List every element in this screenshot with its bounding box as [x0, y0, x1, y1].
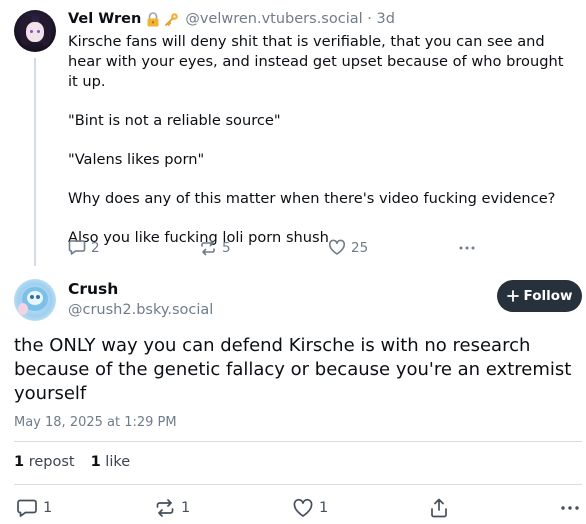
heart-icon	[328, 239, 346, 255]
divider	[14, 484, 582, 485]
reply-icon	[68, 240, 86, 255]
key-emoji-icon	[165, 12, 179, 26]
repost-count: 5	[222, 239, 231, 256]
author-handle[interactable]: @crush2.bsky.social	[68, 302, 213, 318]
author-avatar[interactable]	[14, 279, 56, 321]
divider	[14, 441, 582, 442]
share-button[interactable]	[428, 497, 450, 519]
reply-count: 1	[43, 500, 53, 516]
like-count: 25	[351, 239, 369, 256]
separator-dot: ·	[367, 11, 372, 27]
post-time: 3d	[376, 11, 395, 27]
avatar-eye	[37, 30, 40, 33]
post-text: the ONLY way you can defend Kirsche is w…	[14, 335, 572, 404]
more-dots-icon	[561, 506, 579, 510]
plus-icon	[506, 290, 519, 302]
avatar-face	[26, 22, 44, 42]
follow-label: Follow	[523, 288, 573, 304]
post-paragraph: "Bint is not a reliable source"	[68, 112, 281, 129]
reply-icon	[17, 499, 37, 517]
repost-button[interactable]: 5	[199, 239, 231, 256]
post-actions: 1 1 1	[14, 496, 584, 520]
post-actions: 2 5 25	[68, 239, 488, 259]
thread-line	[34, 58, 36, 266]
author-name[interactable]: Vel Wren	[68, 11, 141, 27]
repost-button[interactable]: 1	[154, 498, 190, 518]
repost-icon	[156, 499, 174, 517]
author-name[interactable]: Crush	[68, 280, 118, 298]
avatar-shape	[18, 303, 28, 315]
avatar-shape	[36, 295, 40, 299]
likes-number: 1	[90, 454, 101, 470]
post-body: Kirsche fans will deny shit that is veri…	[68, 32, 573, 267]
heart-icon	[293, 498, 313, 517]
repost-count: 1	[181, 500, 191, 516]
post-paragraph: Kirsche fans will deny shit that is veri…	[68, 33, 564, 90]
like-button[interactable]: 1	[292, 498, 328, 518]
share-icon	[431, 498, 447, 518]
likes-stat[interactable]: 1 like	[91, 454, 131, 470]
parent-post[interactable]: Vel Wren @velwren.vtubers.social · 3d Ki…	[0, 0, 586, 268]
author-avatar[interactable]	[14, 10, 56, 52]
reply-button[interactable]: 2	[68, 239, 100, 256]
post-paragraph: "Valens likes porn"	[68, 151, 205, 168]
avatar-eye	[30, 30, 33, 33]
handle-text: @velwren.vtubers.social	[185, 11, 363, 27]
post-date[interactable]: May 18, 2025 at 1:29 PM	[14, 415, 177, 430]
repost-icon	[201, 239, 215, 256]
author-handle[interactable]: @velwren.vtubers.social · 3d	[185, 11, 395, 27]
lock-emoji-icon	[147, 11, 159, 26]
more-dots-icon	[459, 246, 475, 250]
engagement-stats: 1 repost 1 like	[14, 454, 130, 470]
reposts-label: repost	[28, 454, 75, 470]
post-header: Vel Wren @velwren.vtubers.social · 3d	[68, 9, 395, 29]
like-count: 1	[319, 500, 329, 516]
post-paragraph: Why does any of this matter when there's…	[68, 190, 556, 207]
reply-button[interactable]: 1	[16, 498, 52, 518]
follow-button[interactable]: Follow	[497, 280, 582, 312]
author-badges	[146, 11, 179, 27]
more-options-button[interactable]	[560, 498, 580, 518]
avatar-shape	[30, 295, 34, 299]
more-options-button[interactable]	[458, 239, 476, 256]
likes-label: like	[105, 454, 131, 470]
reply-count: 2	[91, 239, 100, 256]
reposts-stat[interactable]: 1 repost	[14, 454, 75, 470]
like-button[interactable]: 25	[328, 239, 368, 256]
reposts-number: 1	[14, 454, 25, 470]
